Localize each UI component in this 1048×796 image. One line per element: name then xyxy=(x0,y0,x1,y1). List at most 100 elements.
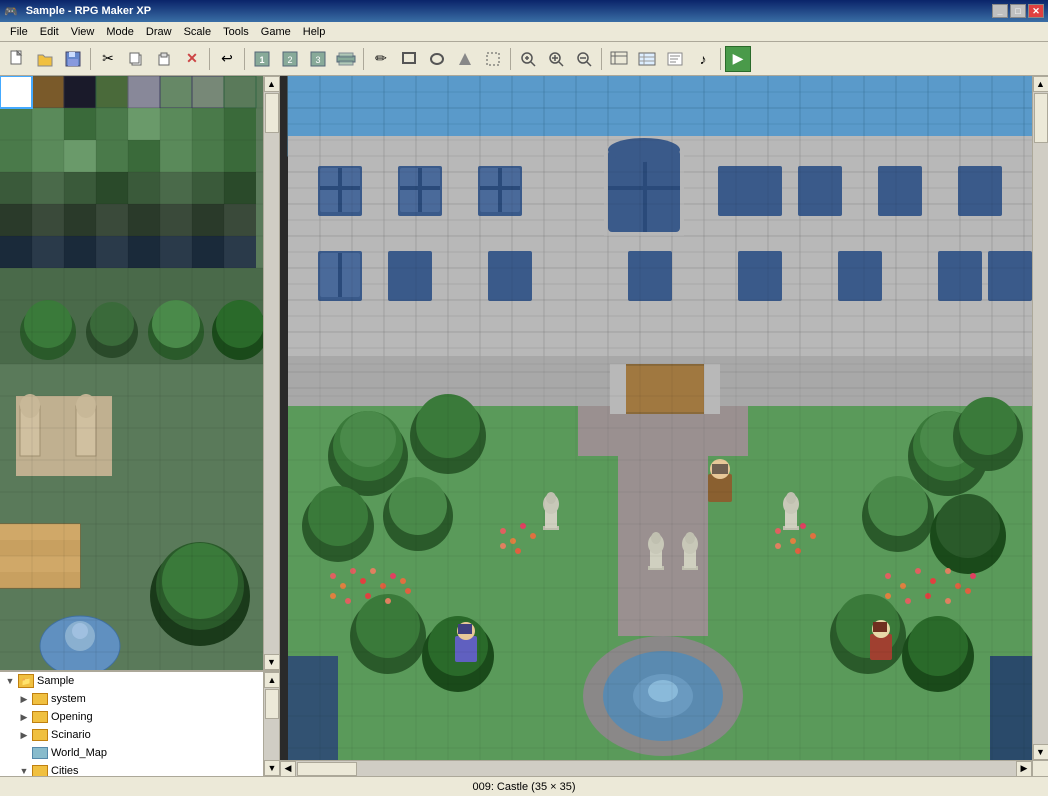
window-title: Sample - RPG Maker XP xyxy=(22,5,992,17)
tile-sheet xyxy=(0,76,264,670)
tile-vscroll[interactable]: ▲ ▼ xyxy=(263,76,279,670)
copy-button[interactable] xyxy=(123,46,149,72)
maximize-button[interactable]: □ xyxy=(1010,4,1026,18)
map-hscroll[interactable]: ◀ ▶ xyxy=(280,760,1032,776)
ellipse-button[interactable] xyxy=(424,46,450,72)
pencil-button[interactable]: ✏ xyxy=(368,46,394,72)
tree-item-system-label: system xyxy=(51,693,86,705)
map-vscroll-track[interactable] xyxy=(1033,92,1048,744)
menu-file[interactable]: File xyxy=(4,24,34,40)
map-vscroll-thumb[interactable] xyxy=(1034,93,1048,143)
tree-scroll-down[interactable]: ▼ xyxy=(264,760,279,776)
paste-button[interactable] xyxy=(151,46,177,72)
map-vscroll[interactable]: ▲ ▼ xyxy=(1032,76,1048,760)
main-area: ▲ ▼ ▼ 📁 Sample ▶ system ▶ xyxy=(0,76,1048,776)
tile-area[interactable] xyxy=(0,76,264,670)
menu-scale[interactable]: Scale xyxy=(178,24,218,40)
tree-scroll-up[interactable]: ▲ xyxy=(264,672,279,688)
tree-opening-expand[interactable]: ▶ xyxy=(16,709,32,725)
layer1-button[interactable]: 1 xyxy=(249,46,275,72)
map-hscroll-right[interactable]: ▶ xyxy=(1016,761,1032,777)
map-hscroll-track[interactable] xyxy=(296,761,1016,777)
open-button[interactable] xyxy=(32,46,58,72)
svg-text:1: 1 xyxy=(259,55,264,65)
left-panel: ▲ ▼ ▼ 📁 Sample ▶ system ▶ xyxy=(0,76,280,776)
tree-opening-icon xyxy=(32,711,48,723)
menu-draw[interactable]: Draw xyxy=(140,24,178,40)
tree-item-worldmap-label: World_Map xyxy=(51,747,107,759)
scroll-corner xyxy=(1032,760,1048,776)
undo-button[interactable]: ↩ xyxy=(214,46,240,72)
script-button[interactable] xyxy=(662,46,688,72)
play-button[interactable]: ▶ xyxy=(725,46,751,72)
close-button[interactable]: ✕ xyxy=(1028,4,1044,18)
tile-scroll-down[interactable]: ▼ xyxy=(264,654,280,670)
map-canvas xyxy=(280,76,1048,776)
new-button[interactable] xyxy=(4,46,30,72)
statusbar: 009: Castle (35 × 35) xyxy=(0,776,1048,796)
rect-button[interactable] xyxy=(396,46,422,72)
delete-button[interactable]: ✕ xyxy=(179,46,205,72)
tile-scroll-thumb[interactable] xyxy=(265,93,279,133)
tree-scinario-expand[interactable]: ▶ xyxy=(16,727,32,743)
tile-scroll-up[interactable]: ▲ xyxy=(264,76,280,92)
save-button[interactable] xyxy=(60,46,86,72)
zoom-button[interactable] xyxy=(515,46,541,72)
toolbar: ✂ ✕ ↩ 1 2 3 ✏ xyxy=(0,42,1048,76)
tree-item-cities[interactable]: ▼ Cities xyxy=(0,762,279,776)
tree-item-worldmap[interactable]: ▶ World_Map xyxy=(0,744,279,762)
status-text: 009: Castle (35 × 35) xyxy=(8,781,1040,793)
minimize-button[interactable]: _ xyxy=(992,4,1008,18)
sep7 xyxy=(720,48,721,70)
tree-panel: ▼ 📁 Sample ▶ system ▶ Opening ▶ Scinario xyxy=(0,671,279,776)
menu-help[interactable]: Help xyxy=(297,24,332,40)
tree-root[interactable]: ▼ 📁 Sample xyxy=(0,672,279,690)
tree-scroll-track[interactable] xyxy=(264,688,279,760)
tree-scroll-thumb[interactable] xyxy=(265,689,279,719)
sep3 xyxy=(244,48,245,70)
tree-cities-icon xyxy=(32,765,48,776)
tree-root-label: Sample xyxy=(37,675,74,687)
layer3-button[interactable]: 3 xyxy=(305,46,331,72)
map-properties-button[interactable] xyxy=(606,46,632,72)
zoom-out-button[interactable] xyxy=(571,46,597,72)
tree-item-system[interactable]: ▶ system xyxy=(0,690,279,708)
tile-scroll-track[interactable] xyxy=(264,92,279,654)
select-button[interactable] xyxy=(480,46,506,72)
layer2-button[interactable]: 2 xyxy=(277,46,303,72)
menu-edit[interactable]: Edit xyxy=(34,24,65,40)
map-hscroll-thumb[interactable] xyxy=(297,762,357,776)
sep1 xyxy=(90,48,91,70)
tree-item-scinario[interactable]: ▶ Scinario xyxy=(0,726,279,744)
fill-button[interactable] xyxy=(452,46,478,72)
tree-item-scinario-label: Scinario xyxy=(51,729,91,741)
sep6 xyxy=(601,48,602,70)
map-hscroll-left[interactable]: ◀ xyxy=(280,761,296,777)
map-scroll-up[interactable]: ▲ xyxy=(1033,76,1048,92)
tree-vscroll[interactable]: ▲ ▼ xyxy=(263,672,279,776)
tree-worldmap-icon xyxy=(32,747,48,759)
tree-item-opening-label: Opening xyxy=(51,711,93,723)
map-scroll-down[interactable]: ▼ xyxy=(1033,744,1048,760)
menu-mode[interactable]: Mode xyxy=(100,24,140,40)
tile-panel: ▲ ▼ xyxy=(0,76,279,671)
tree-cities-expand[interactable]: ▼ xyxy=(16,763,32,776)
map-list-button[interactable] xyxy=(634,46,660,72)
sep4 xyxy=(363,48,364,70)
svg-text:3: 3 xyxy=(315,55,320,65)
tree-item-opening[interactable]: ▶ Opening xyxy=(0,708,279,726)
sound-button[interactable]: ♪ xyxy=(690,46,716,72)
window-controls: _ □ ✕ xyxy=(992,4,1044,18)
tree-root-expand[interactable]: ▼ xyxy=(2,673,18,689)
menu-game[interactable]: Game xyxy=(255,24,297,40)
tree-scinario-icon xyxy=(32,729,48,741)
sep2 xyxy=(209,48,210,70)
tree-root-icon: 📁 xyxy=(18,674,34,688)
tree-system-expand[interactable]: ▶ xyxy=(16,691,32,707)
menu-tools[interactable]: Tools xyxy=(217,24,255,40)
zoom-in-button[interactable] xyxy=(543,46,569,72)
alllayers-button[interactable] xyxy=(333,46,359,72)
map-area[interactable]: ▲ ▼ ◀ ▶ xyxy=(280,76,1048,776)
menu-view[interactable]: View xyxy=(65,24,101,40)
cut-button[interactable]: ✂ xyxy=(95,46,121,72)
